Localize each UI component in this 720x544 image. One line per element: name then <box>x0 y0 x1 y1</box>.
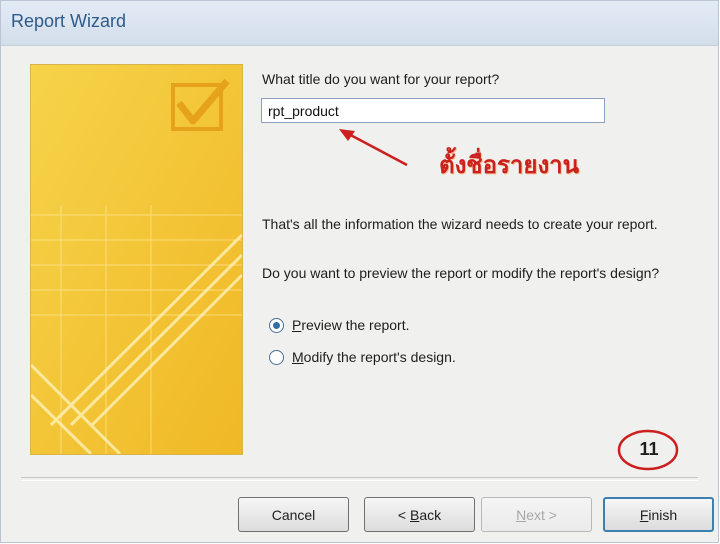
report-title-input[interactable] <box>261 98 605 123</box>
report-wizard-window: Report Wizard What title do you want for… <box>0 0 719 543</box>
annotation-arrow-icon <box>339 129 408 167</box>
finish-button[interactable]: Finish <box>603 497 714 532</box>
preview-option[interactable]: Preview the report. <box>269 315 410 335</box>
cancel-button[interactable]: Cancel <box>238 497 349 532</box>
window-title: Report Wizard <box>11 11 127 31</box>
wizard-graphic <box>30 64 243 455</box>
wizard-illustration <box>31 65 242 454</box>
preview-radio[interactable] <box>269 317 284 333</box>
back-button[interactable]: < Back <box>364 497 475 532</box>
next-button[interactable]: Next > <box>481 497 592 532</box>
preview-option-label: Preview the report. <box>292 317 410 333</box>
modify-radio[interactable] <box>269 349 284 365</box>
step-number: 11 <box>639 439 659 459</box>
annotation-label: ตั้งชื่อรายงาน <box>439 151 580 179</box>
info-text: That's all the information the wizard ne… <box>262 216 658 232</box>
radio-selected-dot <box>273 321 280 329</box>
footer-divider <box>21 477 698 481</box>
preview-question-label: Do you want to preview the report or mod… <box>262 265 660 281</box>
modify-option[interactable]: Modify the report's design. <box>269 347 456 367</box>
title-bar: Report Wizard <box>1 1 718 46</box>
title-question-label: What title do you want for your report? <box>262 71 500 87</box>
modify-option-label: Modify the report's design. <box>292 349 456 365</box>
